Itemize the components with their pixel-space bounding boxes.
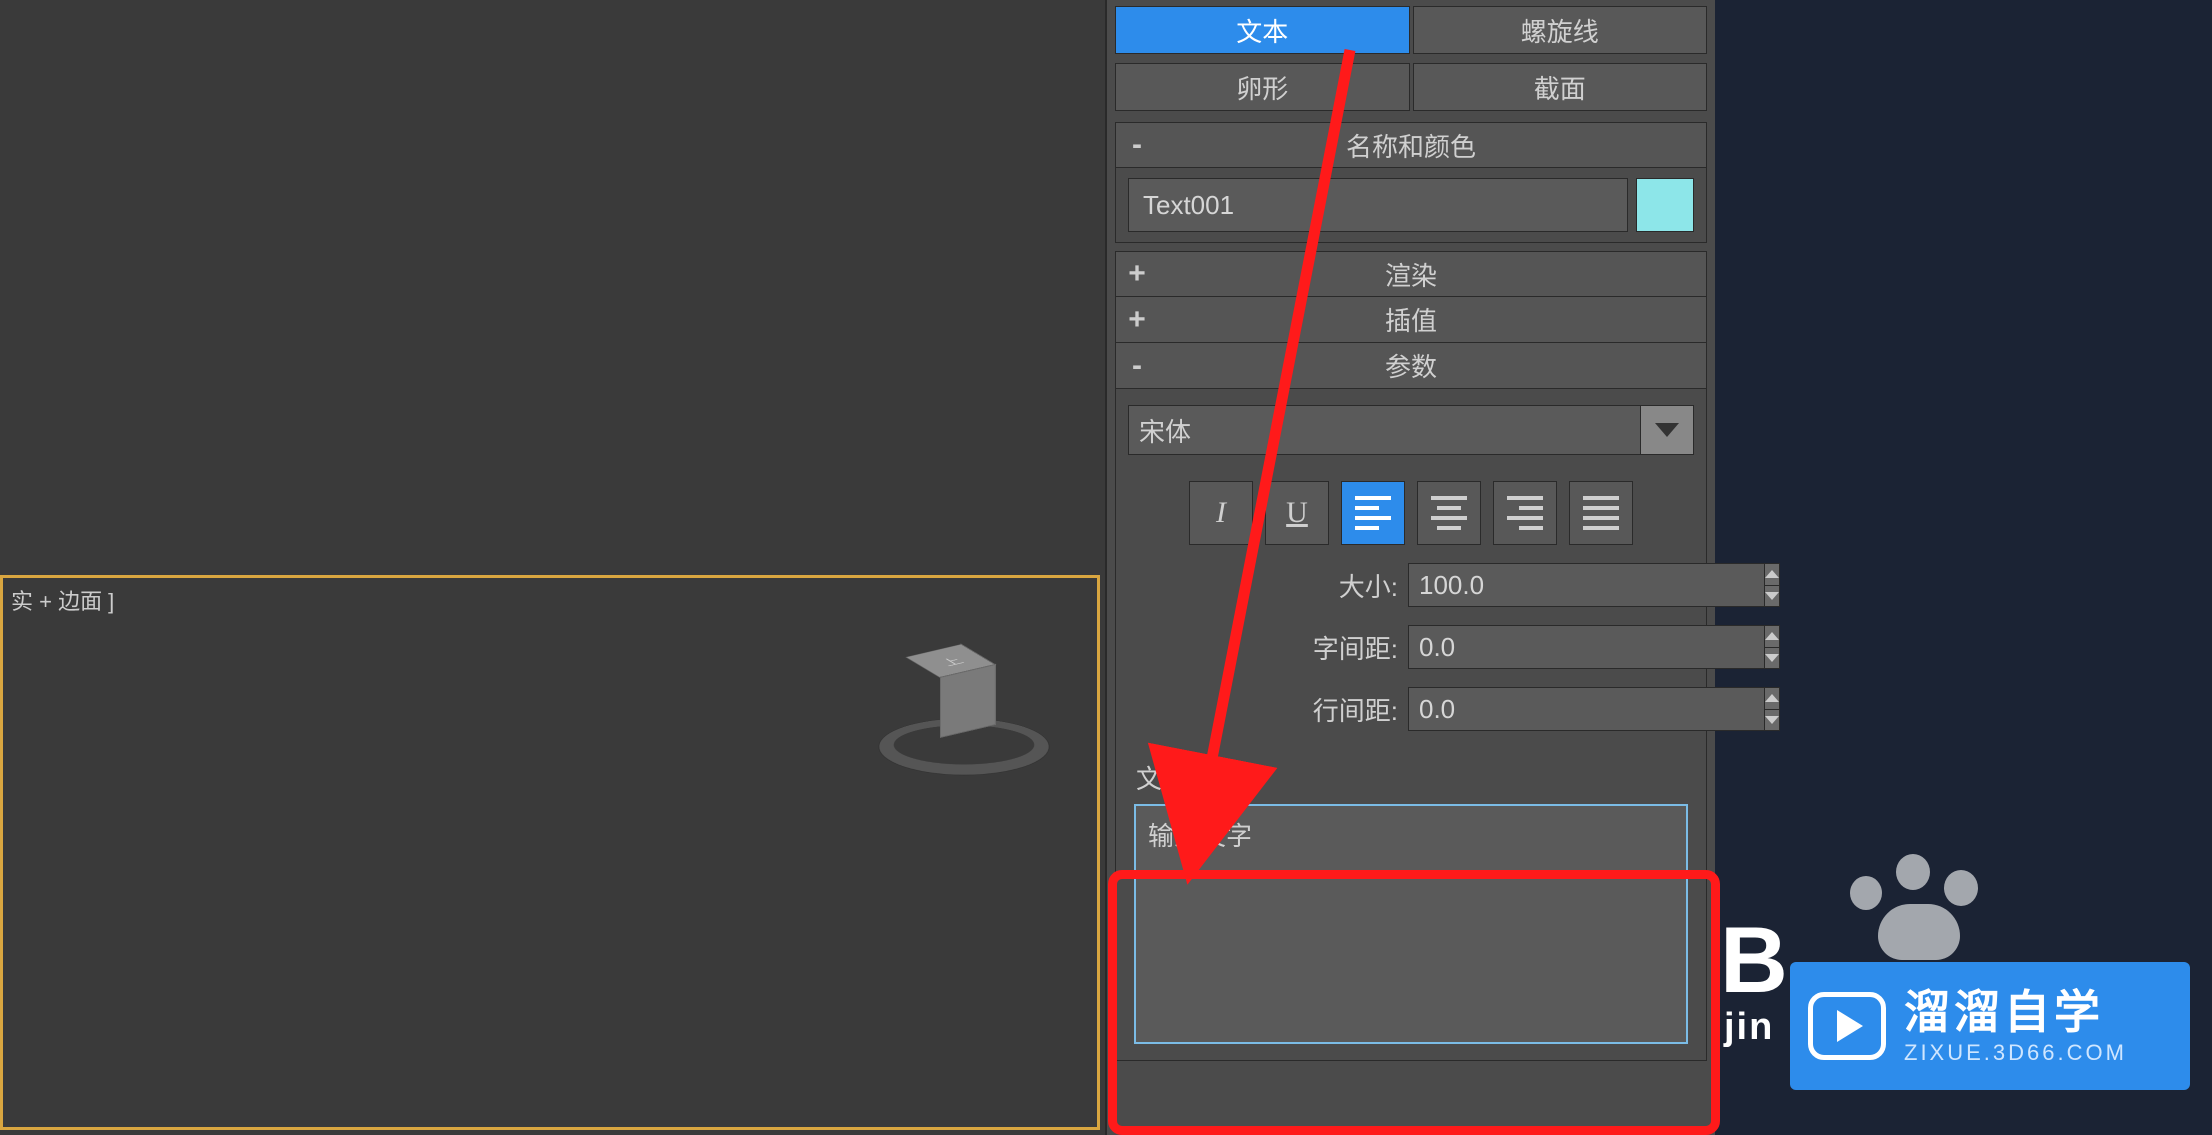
align-left-button[interactable] bbox=[1341, 481, 1405, 545]
plus-icon: + bbox=[1122, 303, 1152, 337]
watermark-small: jin bbox=[1724, 1006, 1774, 1049]
spinner-down-icon[interactable] bbox=[1765, 710, 1779, 731]
kerning-label: 字间距: bbox=[1278, 629, 1398, 666]
kerning-row: 字间距: bbox=[1128, 625, 1694, 669]
egg-button[interactable]: 卵形 bbox=[1115, 63, 1410, 111]
leading-label: 行间距: bbox=[1278, 691, 1398, 728]
font-select-value: 宋体 bbox=[1129, 412, 1191, 449]
spinner-up-icon[interactable] bbox=[1765, 626, 1779, 648]
brand-cn-text: 溜溜自学 bbox=[1904, 987, 2127, 1038]
leading-spinner-arrows bbox=[1765, 687, 1780, 731]
viewcube-cube[interactable]: 上 bbox=[923, 654, 977, 726]
kerning-spinner bbox=[1408, 625, 1688, 669]
section-button[interactable]: 截面 bbox=[1413, 63, 1708, 111]
chevron-down-icon[interactable] bbox=[1640, 406, 1693, 454]
text-field-label: 文本: bbox=[1136, 759, 1694, 796]
font-select[interactable]: 宋体 bbox=[1128, 405, 1694, 455]
spinner-down-icon[interactable] bbox=[1765, 586, 1779, 607]
rollout-name-color-body bbox=[1115, 168, 1707, 243]
spinner-up-icon[interactable] bbox=[1765, 688, 1779, 710]
italic-button[interactable]: I bbox=[1189, 481, 1253, 545]
size-spinner bbox=[1408, 563, 1688, 607]
object-name-input[interactable] bbox=[1128, 178, 1628, 232]
kerning-input[interactable] bbox=[1408, 625, 1765, 669]
watermark-letter: B bbox=[1720, 906, 1788, 1014]
rollout-params-body: 宋体 I U 大小: bbox=[1115, 389, 1707, 1061]
command-panel: 文本 螺旋线 卵形 截面 - 名称和颜色 + 渲染 + 插值 - 参数 宋体 I bbox=[1105, 0, 1715, 1135]
viewcube[interactable]: 上 bbox=[870, 640, 1030, 800]
rollout-render-header[interactable]: + 渲染 bbox=[1115, 251, 1707, 297]
brand-badge: 溜溜自学 ZIXUE.3D66.COM bbox=[1790, 962, 2190, 1090]
align-center-button[interactable] bbox=[1417, 481, 1481, 545]
underline-button[interactable]: U bbox=[1265, 481, 1329, 545]
size-input[interactable] bbox=[1408, 563, 1765, 607]
plus-icon: + bbox=[1122, 257, 1152, 291]
spinner-down-icon[interactable] bbox=[1765, 648, 1779, 669]
brand-url-text: ZIXUE.3D66.COM bbox=[1904, 1041, 2127, 1065]
spinner-up-icon[interactable] bbox=[1765, 564, 1779, 586]
align-justify-button[interactable] bbox=[1569, 481, 1633, 545]
rollout-name-color-header[interactable]: - 名称和颜色 bbox=[1115, 122, 1707, 168]
viewport-top[interactable] bbox=[0, 0, 1105, 570]
text-input-value: 输入文字 bbox=[1148, 821, 1252, 851]
object-type-row-2: 卵形 截面 bbox=[1107, 57, 1715, 114]
helix-button[interactable]: 螺旋线 bbox=[1413, 6, 1708, 54]
rollout-name-color-title: 名称和颜色 bbox=[1116, 127, 1706, 164]
size-row: 大小: bbox=[1128, 563, 1694, 607]
size-label: 大小: bbox=[1278, 567, 1398, 604]
text-input-area[interactable]: 输入文字 bbox=[1134, 804, 1688, 1044]
rollout-params-header[interactable]: - 参数 bbox=[1115, 343, 1707, 389]
object-type-row-1: 文本 螺旋线 bbox=[1107, 0, 1715, 57]
viewport-label[interactable]: 实 + 边面 ] bbox=[11, 584, 114, 616]
align-right-button[interactable] bbox=[1493, 481, 1557, 545]
rollout-interp-header[interactable]: + 插值 bbox=[1115, 297, 1707, 343]
rollout-render-title: 渲染 bbox=[1116, 256, 1706, 293]
size-spinner-arrows bbox=[1765, 563, 1780, 607]
kerning-spinner-arrows bbox=[1765, 625, 1780, 669]
play-icon bbox=[1808, 992, 1886, 1060]
minus-icon: - bbox=[1122, 349, 1152, 383]
rollout-params-title: 参数 bbox=[1116, 347, 1706, 384]
color-swatch[interactable] bbox=[1636, 178, 1694, 232]
style-row: I U bbox=[1128, 481, 1694, 545]
left-area: 实 + 边面 ] 上 bbox=[0, 0, 1105, 1135]
leading-row: 行间距: bbox=[1128, 687, 1694, 731]
viewcube-front[interactable] bbox=[940, 664, 996, 738]
paw-icon bbox=[1830, 840, 1990, 960]
leading-spinner bbox=[1408, 687, 1688, 731]
rollout-interp-title: 插值 bbox=[1116, 301, 1706, 338]
leading-input[interactable] bbox=[1408, 687, 1765, 731]
minus-icon: - bbox=[1122, 128, 1152, 162]
text-button[interactable]: 文本 bbox=[1115, 6, 1410, 54]
